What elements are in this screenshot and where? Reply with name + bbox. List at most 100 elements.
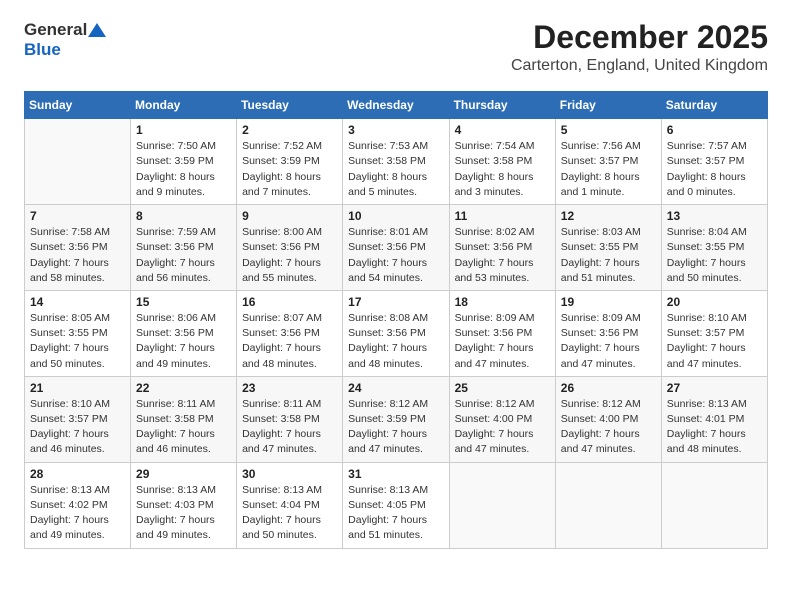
calendar-cell: 30 Sunrise: 8:13 AM Sunset: 4:04 PM Dayli… [237,462,343,548]
title-section: December 2025 Carterton, England, United… [511,20,768,75]
calendar-cell: 24 Sunrise: 8:12 AM Sunset: 3:59 PM Dayli… [343,376,449,462]
calendar-cell: 31 Sunrise: 8:13 AM Sunset: 4:05 PM Dayli… [343,462,449,548]
day-info: Sunrise: 8:05 AM Sunset: 3:55 PM Dayligh… [30,311,125,372]
day-info: Sunrise: 8:02 AM Sunset: 3:56 PM Dayligh… [455,225,550,286]
calendar-cell: 4Sunrise: 7:54 AM Sunset: 3:58 PM Daylig… [449,119,555,205]
day-number: 4 [455,123,550,137]
day-number: 28 [30,467,125,481]
calendar-cell: 23Sunrise: 8:11 AM Sunset: 3:58 PM Dayli… [237,376,343,462]
day-number: 26 [561,381,656,395]
calendar-cell: 15Sunrise: 8:06 AM Sunset: 3:56 PM Dayli… [131,290,237,376]
calendar-header-thursday: Thursday [449,92,555,119]
day-info: Sunrise: 7:53 AM Sunset: 3:58 PM Dayligh… [348,139,443,200]
day-info: Sunrise: 8:10 AM Sunset: 3:57 PM Dayligh… [30,397,125,458]
calendar-table: SundayMondayTuesdayWednesdayThursdayFrid… [24,91,768,548]
calendar-cell: 26Sunrise: 8:12 AM Sunset: 4:00 PM Dayli… [555,376,661,462]
day-number: 16 [242,295,337,309]
main-title: December 2025 [511,20,768,55]
calendar-header-row: SundayMondayTuesdayWednesdayThursdayFrid… [25,92,768,119]
calendar-cell: 27 Sunrise: 8:13 AM Sunset: 4:01 PM Dayli… [661,376,767,462]
day-info: Sunrise: 8:11 AM Sunset: 3:58 PM Dayligh… [242,397,337,458]
calendar-cell [449,462,555,548]
day-number: 11 [455,209,550,223]
day-number: 2 [242,123,337,137]
calendar-cell: 5 Sunrise: 7:56 AM Sunset: 3:57 PM Daylig… [555,119,661,205]
calendar-cell [555,462,661,548]
day-info: Sunrise: 8:09 AM Sunset: 3:56 PM Dayligh… [561,311,656,372]
calendar-cell: 21Sunrise: 8:10 AM Sunset: 3:57 PM Dayli… [25,376,131,462]
day-info: Sunrise: 8:08 AM Sunset: 3:56 PM Dayligh… [348,311,443,372]
day-number: 22 [136,381,231,395]
calendar-header-sunday: Sunday [25,92,131,119]
calendar-cell: 16 Sunrise: 8:07 AM Sunset: 3:56 PM Dayli… [237,290,343,376]
day-info: Sunrise: 8:07 AM Sunset: 3:56 PM Dayligh… [242,311,337,372]
calendar-header-saturday: Saturday [661,92,767,119]
calendar-header-wednesday: Wednesday [343,92,449,119]
day-info: Sunrise: 8:13 AM Sunset: 4:04 PM Dayligh… [242,483,337,544]
day-number: 1 [136,123,231,137]
calendar-week-3: 14 Sunrise: 8:05 AM Sunset: 3:55 PM Dayli… [25,290,768,376]
day-number: 7 [30,209,125,223]
day-info: Sunrise: 7:52 AM Sunset: 3:59 PM Dayligh… [242,139,337,200]
day-info: Sunrise: 7:57 AM Sunset: 3:57 PM Dayligh… [667,139,762,200]
day-number: 10 [348,209,443,223]
day-number: 24 [348,381,443,395]
calendar-cell [661,462,767,548]
day-number: 19 [561,295,656,309]
day-number: 17 [348,295,443,309]
day-info: Sunrise: 8:06 AM Sunset: 3:56 PM Dayligh… [136,311,231,372]
calendar-cell: 11 Sunrise: 8:02 AM Sunset: 3:56 PM Dayli… [449,205,555,291]
calendar-cell: 10 Sunrise: 8:01 AM Sunset: 3:56 PM Dayli… [343,205,449,291]
day-number: 12 [561,209,656,223]
day-number: 9 [242,209,337,223]
calendar-cell: 2 Sunrise: 7:52 AM Sunset: 3:59 PM Daylig… [237,119,343,205]
day-number: 20 [667,295,762,309]
calendar-cell [25,119,131,205]
day-info: Sunrise: 8:13 AM Sunset: 4:01 PM Dayligh… [667,397,762,458]
subtitle: Carterton, England, United Kingdom [511,57,768,75]
calendar-week-2: 7 Sunrise: 7:58 AM Sunset: 3:56 PM Daylig… [25,205,768,291]
logo: General Blue [24,20,107,60]
calendar-cell: 12 Sunrise: 8:03 AM Sunset: 3:55 PM Dayli… [555,205,661,291]
day-number: 14 [30,295,125,309]
day-info: Sunrise: 8:00 AM Sunset: 3:56 PM Dayligh… [242,225,337,286]
logo-blue: Blue [24,40,61,60]
calendar-week-4: 21Sunrise: 8:10 AM Sunset: 3:57 PM Dayli… [25,376,768,462]
day-number: 30 [242,467,337,481]
calendar-cell: 13 Sunrise: 8:04 AM Sunset: 3:55 PM Dayli… [661,205,767,291]
logo-icon [88,23,106,37]
calendar-cell: 28Sunrise: 8:13 AM Sunset: 4:02 PM Dayli… [25,462,131,548]
calendar-cell: 1 Sunrise: 7:50 AM Sunset: 3:59 PM Daylig… [131,119,237,205]
calendar-cell: 18 Sunrise: 8:09 AM Sunset: 3:56 PM Dayli… [449,290,555,376]
logo-general: General [24,20,87,40]
calendar-cell: 20Sunrise: 8:10 AM Sunset: 3:57 PM Dayli… [661,290,767,376]
day-info: Sunrise: 8:01 AM Sunset: 3:56 PM Dayligh… [348,225,443,286]
day-number: 31 [348,467,443,481]
page-header: General Blue December 2025 Carterton, En… [24,20,768,75]
day-number: 27 [667,381,762,395]
day-info: Sunrise: 8:09 AM Sunset: 3:56 PM Dayligh… [455,311,550,372]
day-info: Sunrise: 8:04 AM Sunset: 3:55 PM Dayligh… [667,225,762,286]
day-info: Sunrise: 8:12 AM Sunset: 4:00 PM Dayligh… [455,397,550,458]
day-number: 25 [455,381,550,395]
day-info: Sunrise: 7:59 AM Sunset: 3:56 PM Dayligh… [136,225,231,286]
day-info: Sunrise: 7:50 AM Sunset: 3:59 PM Dayligh… [136,139,231,200]
calendar-cell: 7 Sunrise: 7:58 AM Sunset: 3:56 PM Daylig… [25,205,131,291]
day-number: 18 [455,295,550,309]
day-info: Sunrise: 8:03 AM Sunset: 3:55 PM Dayligh… [561,225,656,286]
day-number: 6 [667,123,762,137]
day-info: Sunrise: 8:13 AM Sunset: 4:03 PM Dayligh… [136,483,231,544]
day-number: 8 [136,209,231,223]
day-number: 13 [667,209,762,223]
calendar-cell: 8 Sunrise: 7:59 AM Sunset: 3:56 PM Daylig… [131,205,237,291]
day-number: 5 [561,123,656,137]
day-info: Sunrise: 8:13 AM Sunset: 4:05 PM Dayligh… [348,483,443,544]
calendar-header-friday: Friday [555,92,661,119]
calendar-cell: 6 Sunrise: 7:57 AM Sunset: 3:57 PM Daylig… [661,119,767,205]
calendar-cell: 19 Sunrise: 8:09 AM Sunset: 3:56 PM Dayli… [555,290,661,376]
day-number: 29 [136,467,231,481]
calendar-header-monday: Monday [131,92,237,119]
day-info: Sunrise: 7:56 AM Sunset: 3:57 PM Dayligh… [561,139,656,200]
day-info: Sunrise: 7:58 AM Sunset: 3:56 PM Dayligh… [30,225,125,286]
day-info: Sunrise: 8:12 AM Sunset: 3:59 PM Dayligh… [348,397,443,458]
